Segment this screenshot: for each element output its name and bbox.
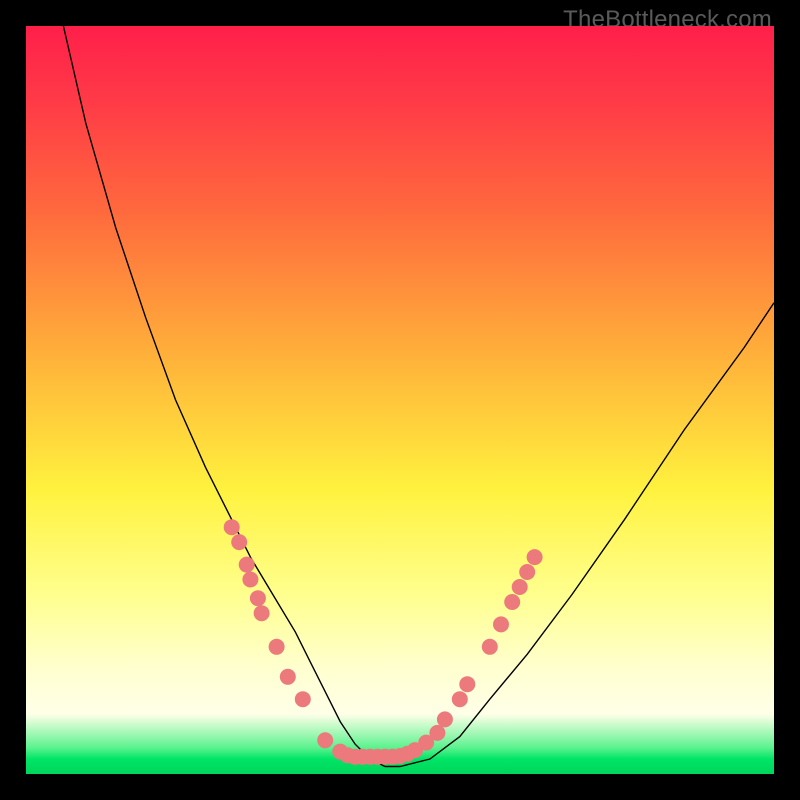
data-marker [504,594,520,610]
data-marker [527,549,543,565]
data-marker [317,732,333,748]
data-marker [239,557,255,573]
data-marker [519,564,535,580]
data-marker [224,519,240,535]
data-marker [280,669,296,685]
data-marker [250,590,266,606]
data-marker [512,579,528,595]
data-marker [269,639,285,655]
marker-group [224,519,543,765]
data-marker [459,676,475,692]
data-marker [254,605,270,621]
data-marker [429,725,445,741]
data-marker [493,616,509,632]
data-marker [452,691,468,707]
data-marker [242,572,258,588]
chart-svg-layer [26,26,774,774]
chart-plot-area [26,26,774,774]
data-marker [295,691,311,707]
data-marker [482,639,498,655]
data-marker [437,711,453,727]
data-marker [231,534,247,550]
bottleneck-curve [63,26,774,767]
